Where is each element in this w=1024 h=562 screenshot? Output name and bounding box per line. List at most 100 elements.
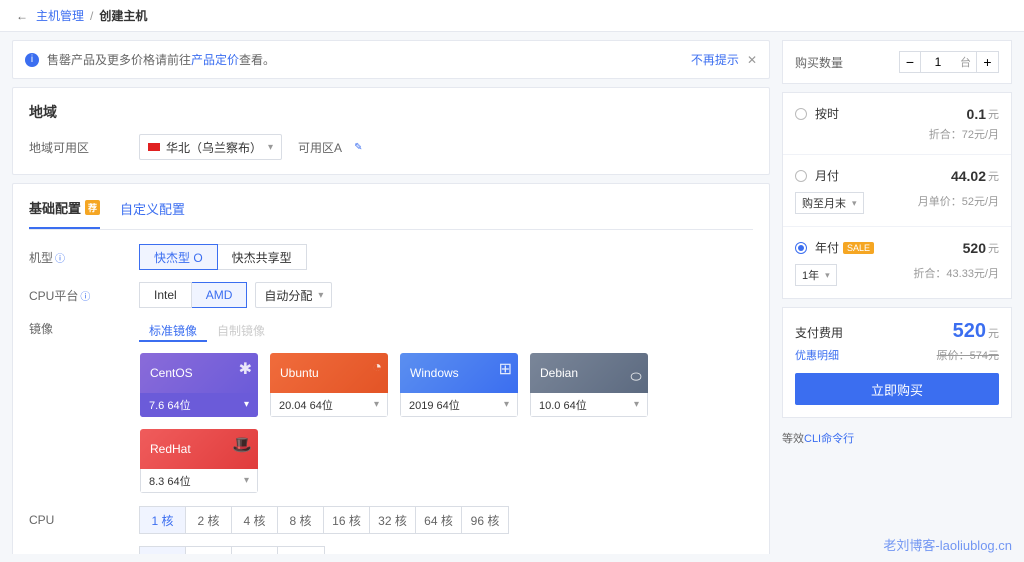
cpu-vendor-amd[interactable]: AMD bbox=[192, 282, 248, 308]
cpu-opts-opt[interactable]: 1 核 bbox=[140, 507, 186, 533]
cpu-opts-opt[interactable]: 2 核 bbox=[186, 507, 232, 533]
os-name: RedHat bbox=[150, 442, 191, 456]
buy-button[interactable]: 立即购买 bbox=[795, 373, 999, 405]
help-icon[interactable]: ⓘ bbox=[55, 254, 65, 265]
os-version-select[interactable]: 2019 64位 ▾ bbox=[400, 393, 518, 417]
plan-name: 月付 bbox=[815, 167, 839, 184]
qty-label: 购买数量 bbox=[795, 54, 843, 71]
info-icon: i bbox=[25, 53, 39, 67]
region-panel: 地域 地域可用区 华北（乌兰察布） ▾ 可用区A ✎ bbox=[12, 87, 770, 175]
os-card-centos[interactable]: CentOS ✱ 7.6 64位 ▾ bbox=[139, 352, 259, 418]
cpu-opts-opt[interactable]: 64 核 bbox=[416, 507, 462, 533]
cpu-platform-label: CPU平台ⓘ bbox=[29, 287, 139, 304]
edit-icon[interactable]: ✎ bbox=[354, 142, 362, 153]
plan-name: 年付 bbox=[815, 239, 839, 256]
original-price: 原价：574元 bbox=[937, 347, 999, 363]
model-opt-kuaijie[interactable]: 快杰型 O bbox=[139, 244, 218, 270]
back-icon[interactable]: ← bbox=[16, 9, 28, 23]
cli-link[interactable]: CLI命令行 bbox=[804, 433, 854, 445]
os-version: 7.6 64位 bbox=[149, 397, 191, 413]
model-opt-shared[interactable]: 快杰共享型 bbox=[218, 244, 307, 270]
breadcrumb-parent[interactable]: 主机管理 bbox=[36, 7, 84, 24]
tab-basic[interactable]: 基础配置 荐 bbox=[29, 198, 100, 229]
os-name: CentOS bbox=[150, 366, 193, 380]
os-version-select[interactable]: 8.3 64位 ▾ bbox=[140, 469, 258, 493]
plan-price: 0.1 bbox=[967, 106, 986, 122]
os-card-windows[interactable]: Windows ⊞ 2019 64位 ▾ bbox=[399, 352, 519, 418]
qty-plus-button[interactable]: + bbox=[977, 51, 999, 73]
plan-subtext: 月单价：52元/月 bbox=[918, 193, 999, 209]
chevron-down-icon: ▾ bbox=[244, 475, 249, 486]
os-version: 10.0 64位 bbox=[539, 397, 587, 413]
breadcrumb-current: 创建主机 bbox=[99, 7, 147, 24]
os-card-ubuntu[interactable]: Ubuntu ◔ 20.04 64位 ▾ bbox=[269, 352, 389, 418]
sale-badge: SALE bbox=[843, 242, 874, 254]
qty-panel: 购买数量 − 台 + bbox=[782, 40, 1012, 84]
notice-dismiss[interactable]: 不再提示 bbox=[691, 51, 739, 68]
zone-label: 可用区A bbox=[298, 139, 342, 156]
qty-input[interactable] bbox=[921, 51, 955, 73]
cpu-vendor-group: Intel AMD bbox=[139, 282, 247, 308]
os-version-select[interactable]: 20.04 64位 ▾ bbox=[270, 393, 388, 417]
cpu-opts-opt[interactable]: 16 核 bbox=[324, 507, 370, 533]
plan-price: 520 bbox=[963, 240, 986, 256]
os-card-debian[interactable]: Debian ࿀ 10.0 64位 ▾ bbox=[529, 352, 649, 418]
topbar: ← 主机管理 / 创建主机 bbox=[0, 0, 1024, 32]
cpu-opts-opt[interactable]: 4 核 bbox=[232, 507, 278, 533]
model-group: 快杰型 O 快杰共享型 bbox=[139, 244, 307, 270]
mem-opts-opt[interactable]: 1G bbox=[140, 547, 186, 554]
os-version: 2019 64位 bbox=[409, 397, 460, 413]
notice-text-pre: 售罄产品及更多价格请前往 bbox=[47, 51, 191, 68]
cpu-opts-opt[interactable]: 96 核 bbox=[462, 507, 508, 533]
os-name: Windows bbox=[410, 366, 459, 380]
image-type-custom[interactable]: 自制镜像 bbox=[207, 320, 275, 342]
price-plan-2[interactable]: 年付SALE 520 元 1年▾ 折合：43.33元/月 bbox=[783, 227, 1011, 298]
cpu-vendor-intel[interactable]: Intel bbox=[139, 282, 192, 308]
tab-custom[interactable]: 自定义配置 bbox=[120, 198, 185, 229]
plan-currency: 元 bbox=[988, 168, 999, 184]
notice-pricing-link[interactable]: 产品定价 bbox=[191, 51, 239, 68]
mem-label: 内存 bbox=[29, 552, 139, 555]
total-label: 支付费用 bbox=[795, 324, 843, 341]
mem-opts-opt[interactable]: 2G bbox=[186, 547, 232, 554]
flag-icon bbox=[148, 143, 160, 151]
plan-radio[interactable] bbox=[795, 170, 807, 182]
region-select[interactable]: 华北（乌兰察布） ▾ bbox=[139, 134, 282, 160]
cpu-alloc-value: 自动分配 bbox=[264, 287, 312, 304]
mem-options: 1G2G4G8G bbox=[139, 546, 325, 554]
notice-close-icon[interactable]: ✕ bbox=[747, 53, 757, 67]
ubuntu-icon: ◔ bbox=[372, 359, 382, 377]
config-panel: 基础配置 荐 自定义配置 机型ⓘ 快杰型 O 快杰共享型 CPU平 bbox=[12, 183, 770, 554]
price-plan-1[interactable]: 月付 44.02 元 购至月末▾ 月单价：52元/月 bbox=[783, 155, 1011, 227]
plan-price: 44.02 bbox=[951, 168, 986, 184]
notice-bar: i 售罄产品及更多价格请前往 产品定价 查看。 不再提示 ✕ bbox=[12, 40, 770, 79]
plan-radio[interactable] bbox=[795, 242, 807, 254]
price-plan-0[interactable]: 按时 0.1 元 折合：72元/月 bbox=[783, 93, 1011, 155]
image-type-standard[interactable]: 标准镜像 bbox=[139, 320, 207, 342]
plan-duration-select[interactable]: 1年▾ bbox=[795, 264, 837, 286]
mem-opts-opt[interactable]: 8G bbox=[278, 547, 324, 554]
plan-radio[interactable] bbox=[795, 108, 807, 120]
plan-subtext: 折合：72元/月 bbox=[929, 126, 999, 142]
region-value: 华北（乌兰察布） bbox=[166, 139, 262, 156]
os-card-redhat[interactable]: RedHat 🎩 8.3 64位 ▾ bbox=[139, 428, 259, 494]
mem-opts-opt[interactable]: 4G bbox=[232, 547, 278, 554]
cpu-opts-opt[interactable]: 32 核 bbox=[370, 507, 416, 533]
os-head: Debian ࿀ bbox=[530, 353, 648, 393]
help-icon[interactable]: ⓘ bbox=[80, 292, 90, 303]
os-name: Ubuntu bbox=[280, 366, 319, 380]
os-version-select[interactable]: 7.6 64位 ▾ bbox=[140, 393, 258, 417]
debian-icon: ࿀ bbox=[630, 359, 642, 404]
qty-minus-button[interactable]: − bbox=[899, 51, 921, 73]
cpu-opts-opt[interactable]: 8 核 bbox=[278, 507, 324, 533]
os-head: RedHat 🎩 bbox=[140, 429, 258, 469]
plan-duration-select[interactable]: 购至月末▾ bbox=[795, 192, 864, 214]
qty-unit: 台 bbox=[955, 51, 977, 73]
chevron-down-icon: ▾ bbox=[825, 270, 830, 281]
windows-icon: ⊞ bbox=[499, 359, 512, 379]
os-head: Windows ⊞ bbox=[400, 353, 518, 393]
os-name: Debian bbox=[540, 366, 578, 380]
discount-detail-link[interactable]: 优惠明细 bbox=[795, 347, 839, 363]
cpu-alloc-select[interactable]: 自动分配 ▾ bbox=[255, 282, 332, 308]
redhat-icon: 🎩 bbox=[232, 435, 252, 455]
